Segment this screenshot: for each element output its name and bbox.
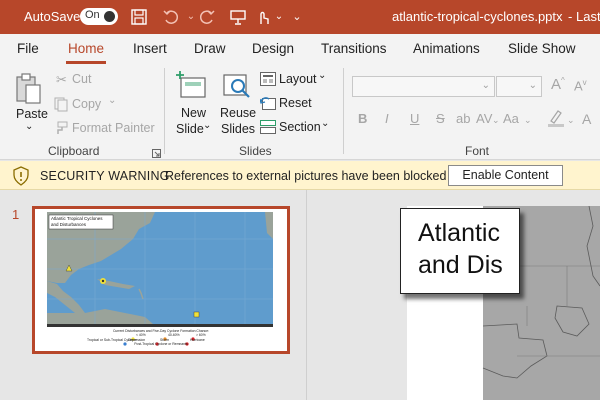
legend-storm: Storm: [160, 337, 170, 342]
font-name-dropdown-icon[interactable]: ⌄: [482, 80, 490, 91]
title-bar: AutoSave On ⌄ ⌄ ⌄ atlantic-tropical-cycl…: [0, 0, 600, 34]
autosave-toggle[interactable]: On: [80, 8, 118, 25]
thumbnail-title-line-1: Atlantic Tropical Cyclones: [51, 216, 103, 221]
new-slide-dropdown-icon[interactable]: ⌄: [203, 120, 211, 131]
tab-slide-show[interactable]: Slide Show: [508, 41, 576, 56]
layout-icon: [260, 72, 276, 89]
copy-icon: [53, 96, 69, 115]
reset-button[interactable]: Reset: [279, 96, 312, 110]
section-icon: [260, 120, 276, 137]
italic-button[interactable]: I: [385, 111, 389, 126]
highlight-dropdown-icon[interactable]: ⌄: [567, 115, 575, 126]
reuse-slides-icon[interactable]: [222, 71, 252, 104]
paste-dropdown-icon[interactable]: ⌄: [25, 121, 33, 132]
slide-number: 1: [12, 207, 20, 222]
slides-group-label: Slides: [239, 144, 272, 158]
thumbnail-legend-text: Current Disturbances and Five-Day Cyclon…: [35, 329, 287, 347]
shield-icon: [12, 166, 30, 189]
section-dropdown-icon[interactable]: ⌄: [321, 118, 329, 129]
present-icon[interactable]: [229, 8, 247, 26]
customize-chevron-icon[interactable]: ⌄: [288, 8, 306, 26]
legend-hurricane: Hurricane: [190, 337, 205, 342]
cut-button[interactable]: Cut: [72, 72, 91, 86]
character-spacing-button[interactable]: AV: [476, 111, 492, 126]
autosave-state: On: [85, 9, 100, 21]
layout-dropdown-icon[interactable]: ⌄: [318, 70, 326, 81]
document-name: atlantic-tropical-cyclones.pptx: [392, 9, 563, 24]
reuse-slides-label-2[interactable]: Slides: [221, 122, 255, 136]
tab-home[interactable]: Home: [68, 41, 104, 56]
tab-file[interactable]: File: [17, 41, 39, 56]
security-warning-message: References to external pictures have bee…: [165, 169, 447, 183]
change-case-dropdown-icon[interactable]: ⌄: [524, 115, 532, 126]
character-spacing-dropdown-icon[interactable]: ⌄: [492, 115, 500, 126]
copy-button[interactable]: Copy: [72, 97, 101, 111]
underline-button[interactable]: U: [410, 111, 419, 126]
undo-icon[interactable]: [162, 8, 180, 26]
tab-insert[interactable]: Insert: [133, 41, 167, 56]
slide-title-line-2: and Dis: [418, 251, 503, 279]
touch-dropdown-icon[interactable]: ⌄: [270, 8, 288, 26]
paste-icon[interactable]: [14, 72, 44, 109]
thumbnail-title: Atlantic Tropical Cyclones and Disturban…: [51, 216, 103, 227]
security-warning-bar: SECURITY WARNING References to external …: [0, 161, 600, 190]
font-size-combo[interactable]: ⌄: [496, 76, 542, 97]
ribbon-separator: [164, 68, 165, 154]
font-color-icon[interactable]: A: [582, 111, 591, 127]
highlight-icon[interactable]: [547, 108, 565, 131]
tab-draw[interactable]: Draw: [194, 41, 226, 56]
ribbon-separator-2: [343, 68, 344, 154]
save-icon[interactable]: [130, 8, 148, 26]
font-size-dropdown-icon[interactable]: ⌄: [529, 80, 537, 91]
font-name-combo[interactable]: ⌄: [352, 76, 495, 97]
toggle-knob: [104, 11, 115, 22]
format-painter-button[interactable]: Format Painter: [72, 121, 155, 135]
font-group-label: Font: [465, 144, 490, 158]
last-modified[interactable]: Last M: [576, 9, 600, 24]
clipboard-launcher-icon[interactable]: [152, 147, 161, 161]
reset-icon: [259, 96, 276, 113]
format-painter-icon: [53, 120, 69, 139]
tab-animations[interactable]: Animations: [413, 41, 480, 56]
bold-button[interactable]: B: [358, 111, 367, 126]
cut-icon: ✂: [56, 72, 67, 87]
security-warning-title: SECURITY WARNING: [40, 169, 170, 183]
decrease-font-size-icon[interactable]: Av: [574, 78, 587, 93]
ribbon-tabs: File Home Insert Draw Design Transitions…: [0, 34, 600, 64]
section-button[interactable]: Section: [279, 120, 321, 134]
redo-icon[interactable]: [198, 8, 216, 26]
legend-depression: Depression: [128, 337, 146, 342]
reuse-slides-label[interactable]: Reuse: [220, 106, 256, 120]
slide-thumbnail-pane: 1 Atlantic Tropical Cyclones and Disturb…: [0, 190, 307, 400]
strikethrough-button[interactable]: S: [436, 111, 445, 126]
tab-transitions[interactable]: Transitions: [321, 41, 387, 56]
new-slide-label-2[interactable]: Slide: [176, 122, 204, 136]
slide-thumbnail[interactable]: Atlantic Tropical Cyclones and Disturban…: [32, 206, 290, 354]
ribbon-home: Paste ⌄ ✂ Cut Copy ⌄ Format Painter Clip…: [0, 64, 600, 160]
copy-dropdown-icon[interactable]: ⌄: [108, 95, 116, 106]
slide-editor: Atlantic and Dis: [307, 190, 600, 400]
legend-post-tropical: Post-Tropical Cyclone or Remnants: [134, 342, 188, 347]
tab-design[interactable]: Design: [252, 41, 294, 56]
layout-button[interactable]: Layout: [279, 72, 317, 86]
slide-title-line-1: Atlantic: [418, 219, 500, 247]
autosave-label: AutoSave: [24, 9, 81, 24]
paste-button[interactable]: Paste: [16, 107, 48, 121]
increase-font-size-icon[interactable]: A^: [551, 76, 565, 93]
title-separator: -: [568, 9, 573, 24]
enable-content-button[interactable]: Enable Content: [448, 165, 563, 186]
thumbnail-title-line-2: and Disturbances: [51, 221, 87, 227]
new-slide-icon[interactable]: [176, 70, 208, 103]
clipboard-group-label: Clipboard: [48, 144, 100, 158]
slide-title-textbox[interactable]: Atlantic and Dis: [400, 208, 520, 294]
text-shadow-button[interactable]: ab: [456, 111, 470, 126]
new-slide-label[interactable]: New: [181, 106, 206, 120]
change-case-button[interactable]: Aa: [503, 111, 519, 126]
